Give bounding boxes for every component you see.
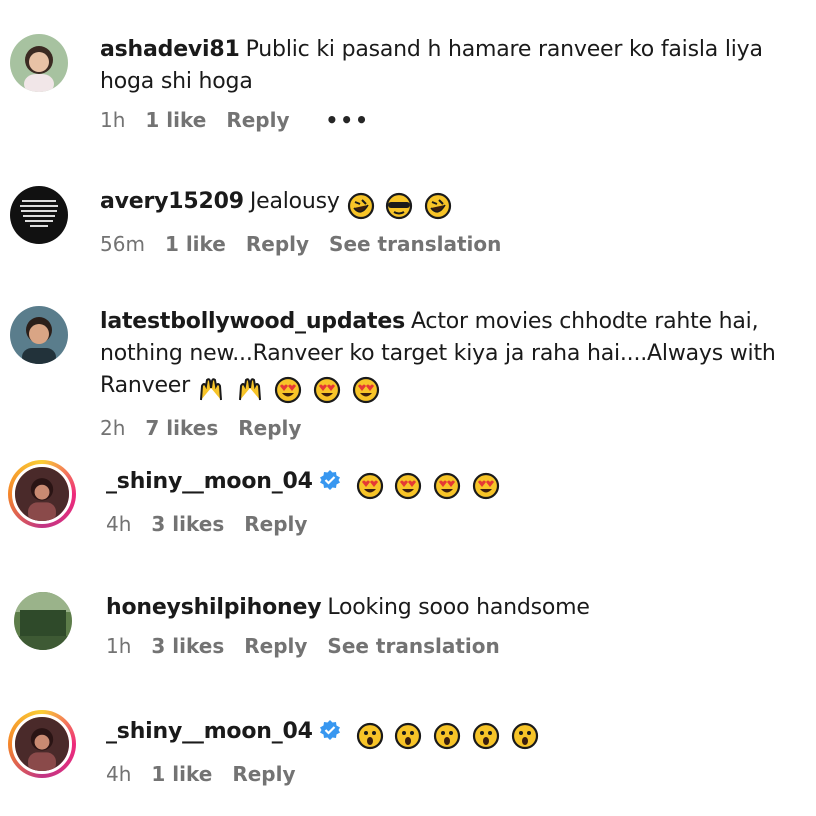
see-translation-link[interactable]: See translation [327,634,499,658]
astonished-emoji-icon [472,722,500,750]
avatar[interactable] [10,306,68,364]
reply-button[interactable]: Reply [226,108,289,132]
astonished-emoji-icon [511,722,539,750]
astonished-emoji-icon [394,722,422,750]
comment-username[interactable]: avery15209 [100,189,244,214]
reply-button[interactable]: Reply [246,232,309,256]
comment-likes[interactable]: 1 like [165,232,226,256]
astonished-emoji-icon [433,722,461,750]
avatar[interactable] [10,34,68,92]
verified-badge-icon [319,719,341,741]
avatar[interactable] [14,592,72,650]
comment-username[interactable]: latestbollywood_updates [100,309,405,334]
comment-username[interactable]: honeyshilpihoney [106,595,322,620]
avatar-man-portrait-image [10,306,68,364]
heart-eyes-emoji-icon [313,376,341,404]
comment-text: Jealousy [249,189,340,214]
comment-likes[interactable]: 7 likes [145,416,218,440]
comment-time[interactable]: 56m [100,232,145,256]
comment-time[interactable]: 1h [106,634,131,658]
emoji-group [356,720,543,752]
heart-eyes-emoji-icon [352,376,380,404]
reply-button[interactable]: Reply [232,762,295,786]
reply-button[interactable]: Reply [244,512,307,536]
avatar[interactable] [8,460,76,528]
avatar[interactable] [10,186,68,244]
raising-hands-emoji-icon [236,376,264,404]
emoji-group [197,374,384,406]
heart-eyes-emoji-icon [433,472,461,500]
astonished-emoji-icon [356,722,384,750]
raising-hands-emoji-icon [197,376,225,404]
comment-time[interactable]: 1h [100,108,125,132]
avatar-text-image [10,186,68,244]
comment-likes[interactable]: 1 like [151,762,212,786]
emoji-group [356,470,504,502]
heart-eyes-emoji-icon [472,472,500,500]
heart-eyes-emoji-icon [274,376,302,404]
avatar-woman-portrait-image [10,34,68,92]
comment-likes[interactable]: 3 likes [151,512,224,536]
avatar[interactable] [8,710,76,778]
comment-time[interactable]: 4h [106,512,131,536]
rolling-laughing-emoji-icon [424,192,452,220]
see-translation-link[interactable]: See translation [329,232,501,256]
comment-username[interactable]: _shiny__moon_04 [106,469,313,494]
heart-eyes-emoji-icon [394,472,422,500]
comment-time[interactable]: 4h [106,762,131,786]
comment-likes[interactable]: 3 likes [151,634,224,658]
comment-time[interactable]: 2h [100,416,125,440]
comment-username[interactable]: _shiny__moon_04 [106,719,313,744]
avatar-landscape-image [14,592,72,650]
verified-badge-icon [319,469,341,491]
emoji-group [347,190,457,222]
comment-username[interactable]: ashadevi81 [100,37,240,62]
avatar-woman-dark-image [15,467,69,521]
comment-likes[interactable]: 1 like [145,108,206,132]
reply-button[interactable]: Reply [244,634,307,658]
comment-text: Looking sooo handsome [327,595,590,620]
rolling-laughing-emoji-icon [347,192,375,220]
heart-eyes-emoji-icon [356,472,384,500]
reply-button[interactable]: Reply [238,416,301,440]
avatar-woman-dark-image [15,717,69,771]
sunglasses-emoji-icon [385,192,413,220]
more-options-icon[interactable]: ••• [326,108,370,132]
